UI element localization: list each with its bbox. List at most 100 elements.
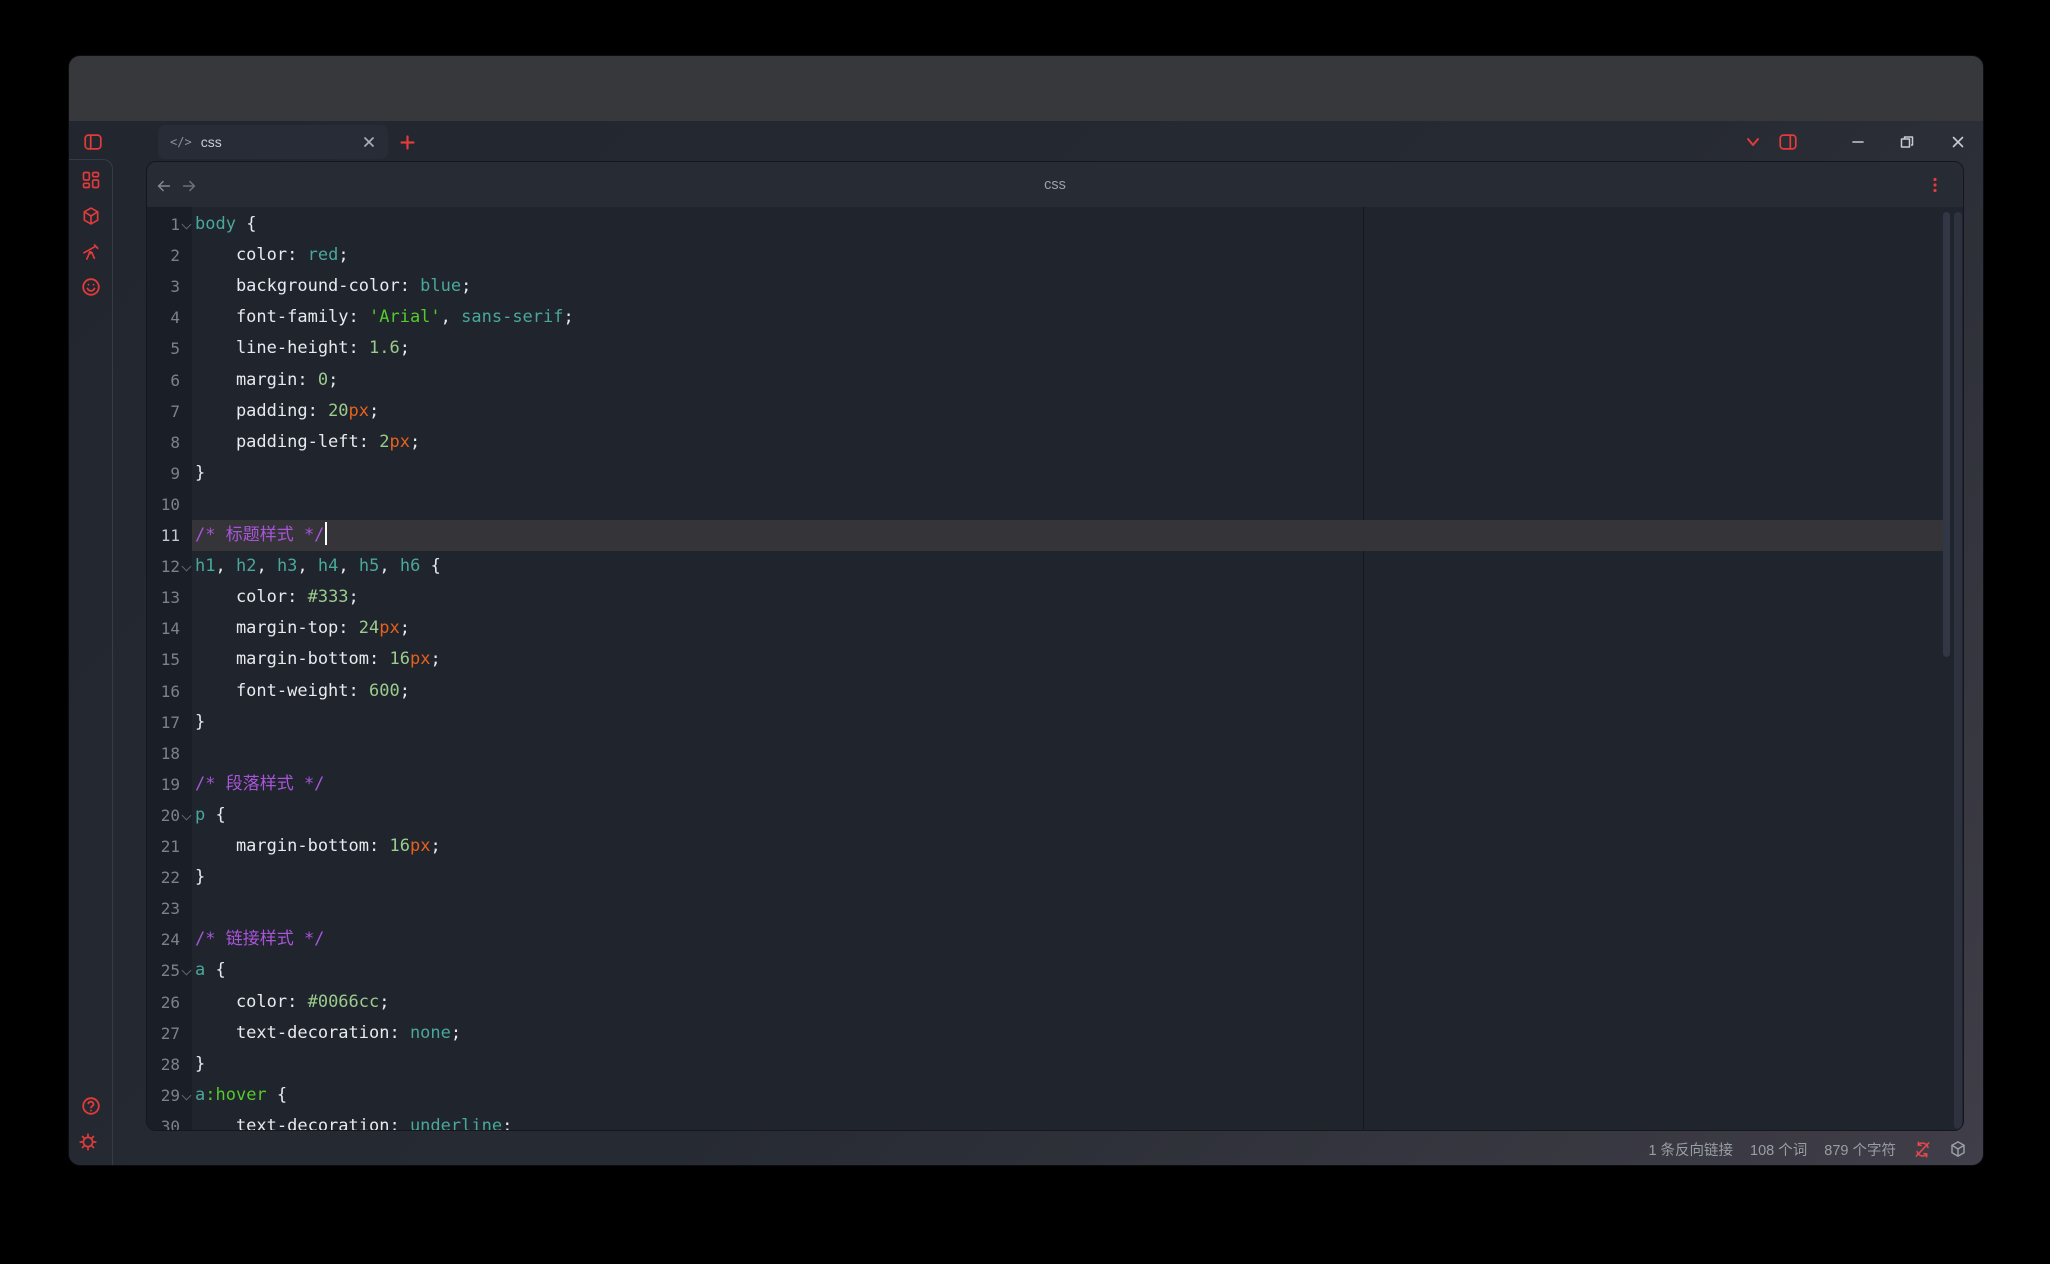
navigate-forward-button[interactable] bbox=[180, 177, 198, 195]
code-line-1[interactable]: 1body { bbox=[147, 209, 1963, 240]
more-options-button[interactable] bbox=[1926, 176, 1944, 194]
window-restore-button[interactable] bbox=[1899, 134, 1915, 150]
code-line-text: } bbox=[195, 862, 205, 893]
code-line-text: color: #0066cc; bbox=[195, 987, 390, 1018]
code-line-22[interactable]: 22} bbox=[147, 862, 1963, 893]
code-line-26[interactable]: 26 color: #0066cc; bbox=[147, 987, 1963, 1018]
fold-chevron-icon[interactable] bbox=[182, 220, 192, 230]
code-line-16[interactable]: 16 font-weight: 600; bbox=[147, 676, 1963, 707]
line-number: 16 bbox=[147, 676, 180, 707]
code-line-20[interactable]: 20p { bbox=[147, 800, 1963, 831]
code-line-21[interactable]: 21 margin-bottom: 16px; bbox=[147, 831, 1963, 862]
new-tab-button[interactable] bbox=[399, 134, 416, 151]
pane-scrollbar-thumb[interactable] bbox=[1954, 212, 1962, 1129]
ribbon-smile-button[interactable] bbox=[81, 277, 101, 297]
code-line-14[interactable]: 14 margin-top: 24px; bbox=[147, 613, 1963, 644]
code-line-2[interactable]: 2 color: red; bbox=[147, 240, 1963, 271]
arrow-right-icon bbox=[180, 177, 198, 195]
code-line-text: /* 标题样式 */ bbox=[195, 520, 327, 551]
line-number: 11 bbox=[147, 520, 180, 551]
tab-label: css bbox=[201, 134, 362, 150]
line-number: 21 bbox=[147, 831, 180, 862]
editor-scrollbar-thumb[interactable] bbox=[1943, 212, 1950, 657]
code-line-11[interactable]: 11 /* 标题样式 */ bbox=[147, 520, 1963, 551]
fold-chevron-icon[interactable] bbox=[182, 810, 192, 820]
code-line-text: padding: 20px; bbox=[195, 396, 379, 427]
code-line-6[interactable]: 6 margin: 0; bbox=[147, 365, 1963, 396]
smile-icon bbox=[81, 277, 101, 297]
code-line-23[interactable]: 23 bbox=[147, 893, 1963, 924]
tab-list-dropdown-button[interactable] bbox=[1744, 134, 1762, 150]
line-number: 26 bbox=[147, 987, 180, 1018]
backlinks-count[interactable]: 1 条反向链接 bbox=[1648, 1139, 1733, 1160]
tab-css[interactable]: </> css bbox=[158, 125, 388, 159]
code-line-28[interactable]: 28} bbox=[147, 1049, 1963, 1080]
ribbon-box-button[interactable] bbox=[81, 206, 101, 226]
code-line-text: margin: 0; bbox=[195, 365, 338, 396]
code-editor[interactable]: 1body {2 color: red;3 background-color: … bbox=[147, 207, 1963, 1130]
code-line-5[interactable]: 5 line-height: 1.6; bbox=[147, 333, 1963, 364]
line-number: 6 bbox=[147, 365, 180, 396]
code-line-text: line-height: 1.6; bbox=[195, 333, 410, 364]
line-number: 18 bbox=[147, 738, 180, 769]
code-line-text: /* 段落样式 */ bbox=[195, 769, 324, 800]
window-minimize-button[interactable] bbox=[1850, 134, 1866, 150]
window-close-button[interactable] bbox=[1950, 134, 1966, 150]
status-bar: 1 条反向链接 108 个词 879 个字符 bbox=[1648, 1131, 1967, 1166]
arrow-left-icon bbox=[155, 177, 173, 195]
code-line-19[interactable]: 19/* 段落样式 */ bbox=[147, 769, 1963, 800]
navigate-back-button[interactable] bbox=[155, 177, 173, 195]
titlebar[interactable] bbox=[69, 56, 1983, 121]
code-line-12[interactable]: 12h1, h2, h3, h4, h5, h6 { bbox=[147, 551, 1963, 582]
code-line-text: text-decoration: underline; bbox=[195, 1111, 512, 1130]
word-count[interactable]: 108 个词 bbox=[1750, 1139, 1807, 1160]
code-line-27[interactable]: 27 text-decoration: none; bbox=[147, 1018, 1963, 1049]
line-number: 12 bbox=[147, 551, 180, 582]
code-line-text: } bbox=[195, 458, 205, 489]
editor-header: css bbox=[147, 162, 1963, 207]
fold-chevron-icon[interactable] bbox=[182, 562, 192, 572]
code-line-text: background-color: blue; bbox=[195, 271, 471, 302]
code-line-13[interactable]: 13 color: #333; bbox=[147, 582, 1963, 613]
toggle-left-sidebar-button[interactable] bbox=[82, 131, 104, 153]
code-line-4[interactable]: 4 font-family: 'Arial', sans-serif; bbox=[147, 302, 1963, 333]
code-line-29[interactable]: 29a:hover { bbox=[147, 1080, 1963, 1111]
code-line-text: a:hover { bbox=[195, 1080, 287, 1111]
toggle-right-sidebar-button[interactable] bbox=[1777, 131, 1799, 153]
code-line-24[interactable]: 24/* 链接样式 */ bbox=[147, 924, 1963, 955]
code-line-18[interactable]: 18 bbox=[147, 738, 1963, 769]
line-number: 27 bbox=[147, 1018, 180, 1049]
code-line-17[interactable]: 17} bbox=[147, 707, 1963, 738]
character-count[interactable]: 879 个字符 bbox=[1824, 1139, 1896, 1160]
sync-off-icon[interactable] bbox=[1913, 1140, 1932, 1159]
code-line-7[interactable]: 7 padding: 20px; bbox=[147, 396, 1963, 427]
code-line-text: } bbox=[195, 1049, 205, 1080]
ribbon-telescope-button[interactable] bbox=[81, 242, 101, 262]
more-options-icon bbox=[1926, 176, 1944, 194]
code-line-3[interactable]: 3 background-color: blue; bbox=[147, 271, 1963, 302]
line-number: 8 bbox=[147, 427, 180, 458]
code-line-25[interactable]: 25a { bbox=[147, 955, 1963, 986]
help-button[interactable] bbox=[81, 1096, 101, 1116]
editor-pane: css bbox=[146, 161, 1964, 1131]
code-icon: </> bbox=[170, 135, 192, 149]
line-number: 3 bbox=[147, 271, 180, 302]
code-line-text: font-weight: 600; bbox=[195, 676, 410, 707]
ribbon-dashboard-button[interactable] bbox=[81, 170, 101, 190]
line-number: 17 bbox=[147, 707, 180, 738]
cube-icon[interactable] bbox=[1949, 1140, 1967, 1158]
tab-close-icon[interactable] bbox=[362, 135, 376, 149]
fold-chevron-icon[interactable] bbox=[182, 1090, 192, 1100]
code-line-15[interactable]: 15 margin-bottom: 16px; bbox=[147, 644, 1963, 675]
code-line-30[interactable]: 30 text-decoration: underline; bbox=[147, 1111, 1963, 1130]
settings-button[interactable] bbox=[78, 1132, 98, 1152]
code-line-text: a { bbox=[195, 955, 226, 986]
code-line-text: padding-left: 2px; bbox=[195, 427, 420, 458]
code-line-text: color: #333; bbox=[195, 582, 359, 613]
gear-icon bbox=[78, 1132, 98, 1152]
code-line-9[interactable]: 9} bbox=[147, 458, 1963, 489]
code-line-10[interactable]: 10 bbox=[147, 489, 1963, 520]
code-line-8[interactable]: 8 padding-left: 2px; bbox=[147, 427, 1963, 458]
minimize-icon bbox=[1850, 134, 1866, 150]
fold-chevron-icon[interactable] bbox=[182, 966, 192, 976]
